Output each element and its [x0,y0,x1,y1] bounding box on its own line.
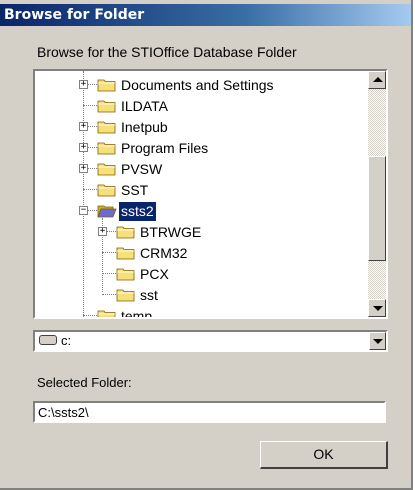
tree-connector-line [83,71,84,317]
tree-item-label: SST [121,182,149,198]
tree-item-label: PCX [140,266,169,282]
tree-item-label: PVSW [121,161,163,177]
browse-folder-dialog: Browse for Folder Browse for the STIOffi… [0,0,413,490]
folder-icon [116,288,136,302]
tree-item-label: ILDATA [121,98,168,114]
tree-item-label: Documents and Settings [121,77,274,93]
vertical-scrollbar[interactable] [368,71,386,317]
arrow-up-icon [373,77,383,82]
folder-icon [97,78,117,92]
tree-item-label: Inetpub [121,119,168,135]
drive-dropdown-button[interactable] [369,332,386,350]
expand-plus-icon[interactable]: + [98,227,107,236]
tree-item-label: BTRWGE [140,224,202,240]
folder-icon [97,120,117,134]
selected-folder-label: Selected Folder: [37,375,132,390]
folder-tree-view[interactable]: + Documents and Settings ILDATA + Inetpub + Pr… [35,71,368,317]
hard-drive-icon [39,335,57,345]
open-folder-icon [97,204,117,218]
folder-icon [97,141,117,155]
window-title: Browse for Folder [4,7,145,23]
tree-item-label: sst [140,287,158,303]
arrow-down-icon [373,306,383,311]
title-bar[interactable]: Browse for Folder [0,4,411,26]
tree-item-label: Program Files [121,140,209,156]
tree-item-label: CRM32 [140,245,188,261]
selected-folder-field[interactable] [33,401,386,423]
tree-item-label: ssts2 [118,201,157,222]
folder-icon [97,99,117,113]
scroll-down-button[interactable] [368,299,386,317]
instruction-text: Browse for the STIOffice Database Folder [37,44,297,60]
folder-icon [116,267,136,281]
expand-plus-icon[interactable]: + [79,122,88,131]
ok-button[interactable]: OK [260,441,388,469]
folder-icon [116,246,136,260]
folder-icon [116,225,136,239]
scroll-thumb[interactable] [368,156,386,261]
drive-value: c: [61,333,72,348]
expand-plus-icon[interactable]: + [79,80,88,89]
expand-plus-icon[interactable]: + [79,143,88,152]
folder-icon [97,309,117,317]
scroll-up-button[interactable] [368,71,386,89]
tree-item-label: temp [121,308,153,317]
chevron-down-icon [373,339,383,344]
drive-combobox[interactable]: c: [33,330,388,352]
expand-plus-icon[interactable]: + [79,164,88,173]
folder-tree[interactable]: + Documents and Settings ILDATA + Inetpub + Pr… [33,69,388,319]
folder-icon [97,183,117,197]
collapse-minus-icon[interactable]: − [79,206,88,215]
folder-icon [97,162,117,176]
